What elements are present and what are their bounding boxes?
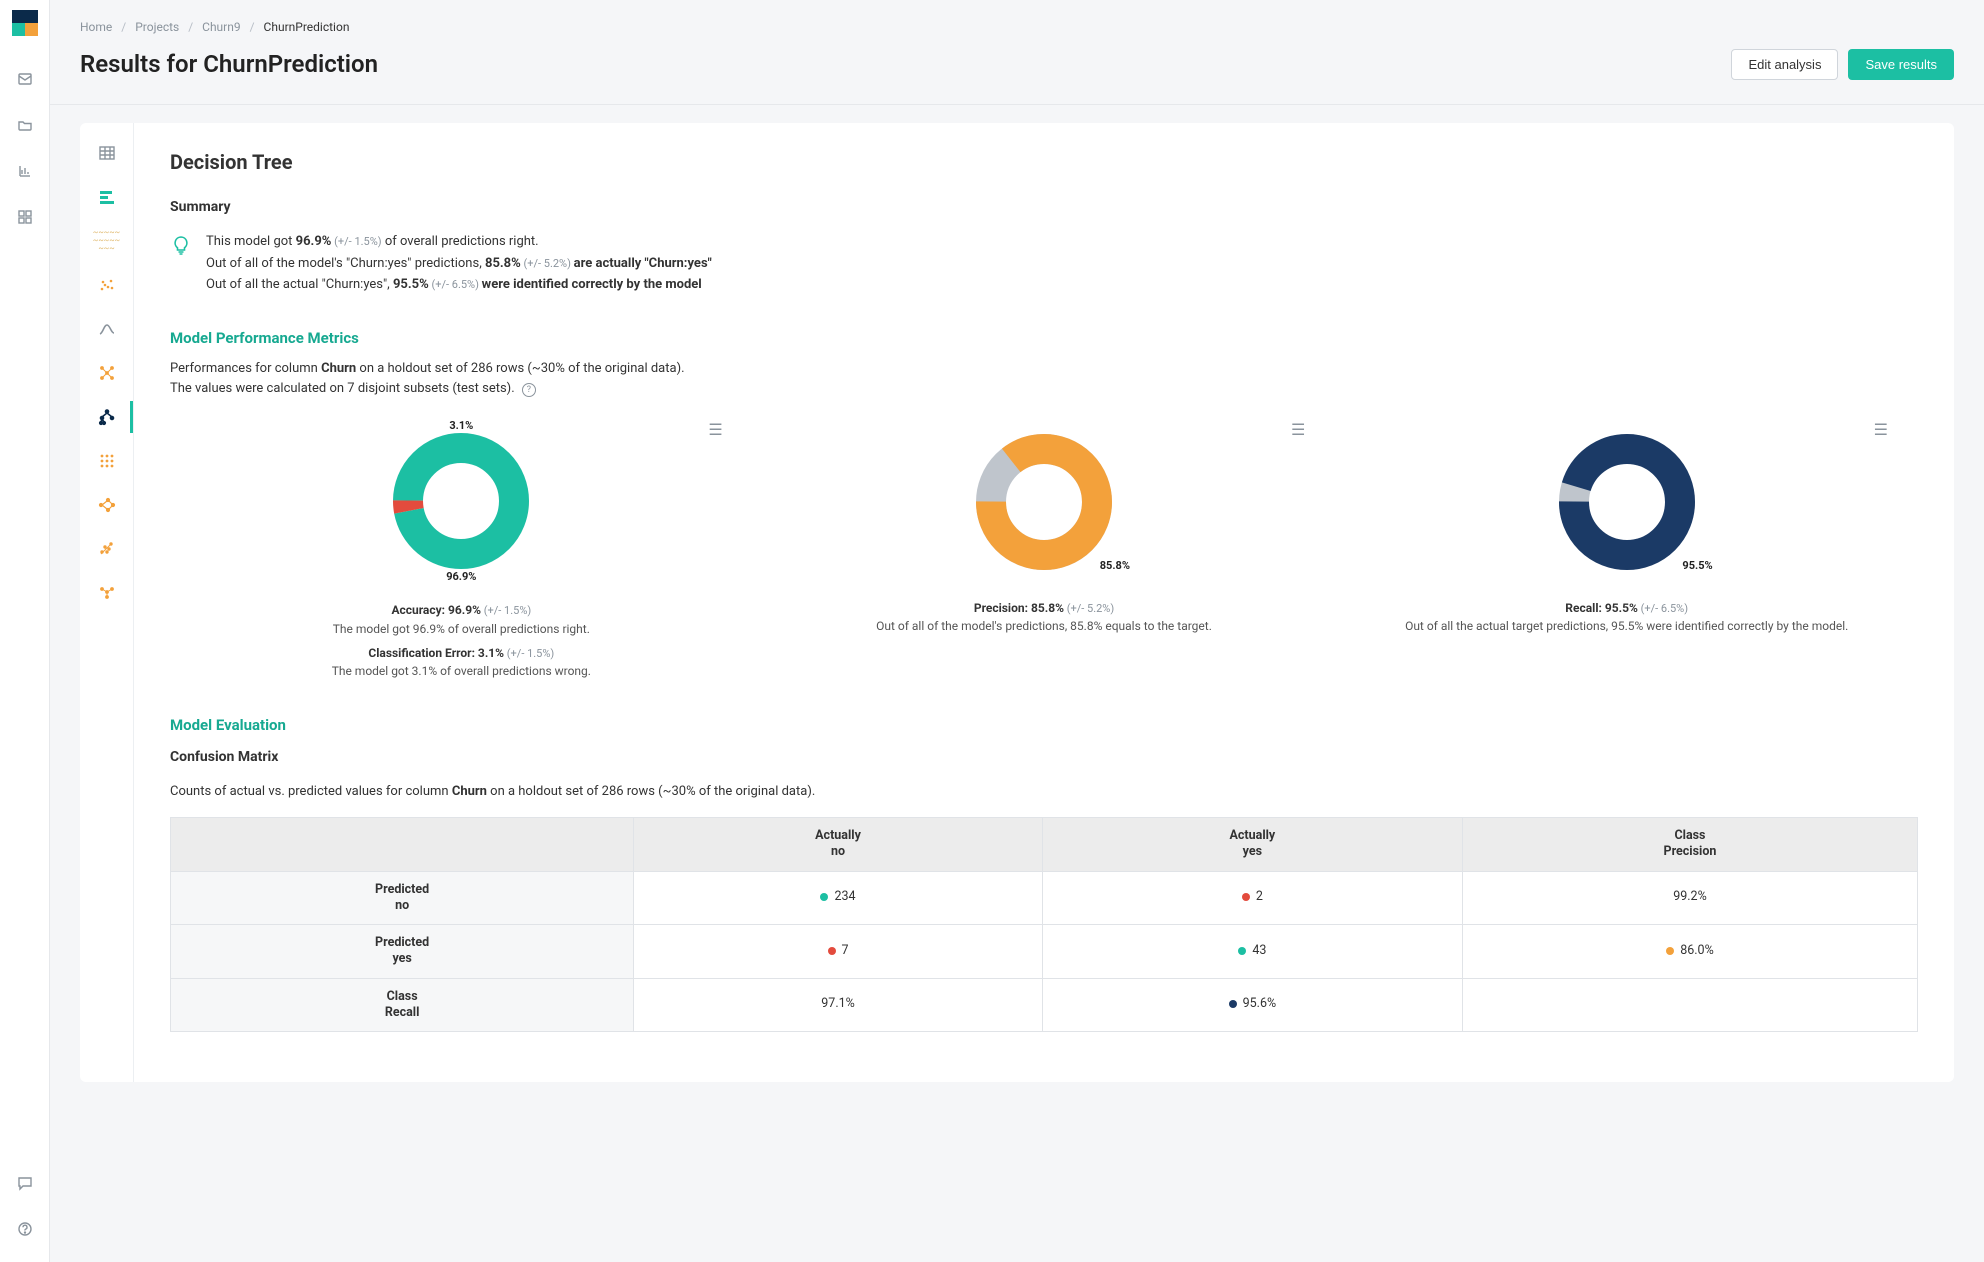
evaluation-heading: Model Evaluation: [170, 714, 1918, 737]
panel-nav-bars-icon[interactable]: [80, 175, 133, 219]
panel-nav-branch-icon[interactable]: [80, 483, 133, 527]
table-row: Predictedyes 7 43 86.0%: [171, 925, 1918, 979]
accuracy-value-label: 96.9%: [446, 569, 476, 586]
info-icon[interactable]: ?: [522, 383, 536, 397]
summary-text: This model got 96.9% (+/- 1.5%) of overa…: [206, 232, 712, 297]
accuracy-chart: ☰ 3.1% 96.9% Acc: [170, 418, 753, 680]
nav-feedback-icon[interactable]: [14, 1172, 36, 1194]
panel-nav-table-icon[interactable]: [80, 131, 133, 175]
breadcrumb-home[interactable]: Home: [80, 20, 112, 34]
nav-folder-icon[interactable]: [14, 114, 36, 136]
cm-cell: 234: [634, 871, 1043, 925]
topbar: Home / Projects / Churn9 / ChurnPredicti…: [50, 0, 1984, 105]
panel-nav-dots-grid-icon[interactable]: [80, 439, 133, 483]
cm-cell: 2: [1042, 871, 1462, 925]
table-row: Predictedno 234 2 99.2%: [171, 871, 1918, 925]
panel-nav-network-icon[interactable]: [80, 351, 133, 395]
cm-cell: 7: [634, 925, 1043, 979]
breadcrumb-projects[interactable]: Projects: [135, 20, 179, 34]
nav-grid-icon[interactable]: [14, 206, 36, 228]
precision-value-label: 85.8%: [1100, 558, 1130, 575]
panel-nav-graph-icon[interactable]: [80, 571, 133, 615]
recall-value-label: 95.5%: [1682, 558, 1712, 575]
cm-cell: 99.2%: [1462, 871, 1917, 925]
cm-cell: 97.1%: [634, 978, 1043, 1032]
table-row: ClassRecall 97.1% 95.6%: [171, 978, 1918, 1032]
panel-nav-tree-icon[interactable]: [80, 395, 133, 439]
chart-menu-icon[interactable]: ☰: [708, 418, 722, 442]
results-panel: ~~~~~~~~~~~~~: [80, 123, 1954, 1082]
cm-row-predicted-no: Predictedno: [171, 871, 634, 925]
section-title: Decision Tree: [170, 147, 1918, 177]
page-title: Results for ChurnPrediction: [80, 46, 378, 82]
cm-cell: 86.0%: [1462, 925, 1917, 979]
panel-nav: ~~~~~~~~~~~~~: [80, 123, 134, 1082]
nav-inbox-icon[interactable]: [14, 68, 36, 90]
panel-nav-curve-icon[interactable]: [80, 307, 133, 351]
nav-chart-icon[interactable]: [14, 160, 36, 182]
metrics-desc-1: Performances for column Churn on a holdo…: [170, 359, 1918, 379]
cm-row-class-recall: ClassRecall: [171, 978, 634, 1032]
cm-header-class-precision: ClassPrecision: [1462, 818, 1917, 872]
metrics-desc-2: The values were calculated on 7 disjoint…: [170, 379, 1918, 399]
chart-menu-icon[interactable]: ☰: [1291, 418, 1305, 442]
summary-heading: Summary: [170, 197, 1918, 218]
cm-row-predicted-yes: Predictedyes: [171, 925, 634, 979]
breadcrumb: Home / Projects / Churn9 / ChurnPredicti…: [80, 18, 1954, 36]
precision-chart: ☰ 85.8% Precision: 85.8% (+/- 5.2%: [753, 418, 1336, 680]
metrics-heading: Model Performance Metrics: [170, 327, 1918, 350]
cm-header-actually-yes: Actuallyyes: [1042, 818, 1462, 872]
breadcrumb-current: ChurnPrediction: [264, 20, 350, 34]
recall-chart: ☰ 95.5% Recall: 95.5% (+/- 6.5%): [1335, 418, 1918, 680]
confusion-matrix-desc: Counts of actual vs. predicted values fo…: [170, 782, 1918, 802]
cm-cell: 43: [1042, 925, 1462, 979]
confusion-matrix-heading: Confusion Matrix: [170, 747, 1918, 768]
cm-header-actually-no: Actuallyno: [634, 818, 1043, 872]
panel-nav-text-icon[interactable]: ~~~~~~~~~~~~~: [80, 219, 133, 263]
edit-analysis-button[interactable]: Edit analysis: [1731, 49, 1838, 80]
breadcrumb-project[interactable]: Churn9: [202, 20, 240, 34]
cm-header-blank: [171, 818, 634, 872]
save-results-button[interactable]: Save results: [1848, 49, 1954, 80]
confusion-matrix-table: Actuallyno Actuallyyes ClassPrecision Pr…: [170, 817, 1918, 1032]
cm-cell: [1462, 978, 1917, 1032]
nav-help-icon[interactable]: [14, 1218, 36, 1240]
app-logo: [12, 10, 38, 36]
lightbulb-icon: [170, 234, 192, 297]
panel-nav-scatter2-icon[interactable]: [80, 527, 133, 571]
app-left-rail: [0, 0, 50, 1262]
cm-cell: 95.6%: [1042, 978, 1462, 1032]
panel-nav-scatter-icon[interactable]: [80, 263, 133, 307]
chart-menu-icon[interactable]: ☰: [1874, 418, 1888, 442]
